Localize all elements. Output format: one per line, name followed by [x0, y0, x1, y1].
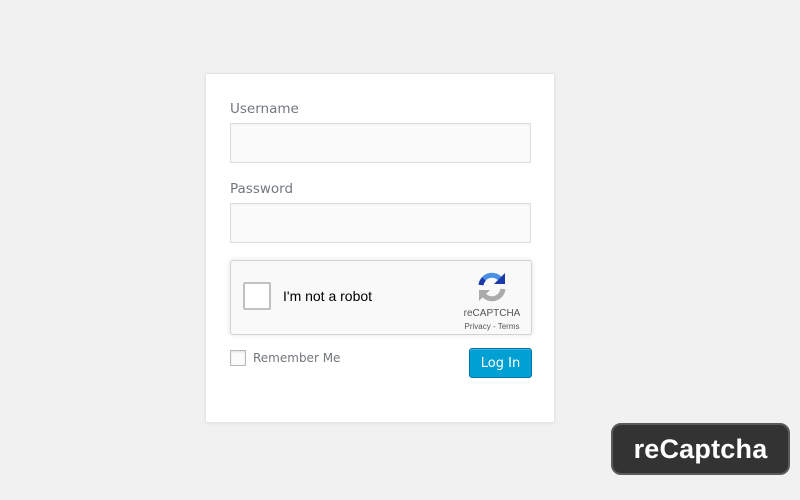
- recaptcha-privacy-link[interactable]: Privacy: [465, 322, 491, 331]
- watermark-text: reCaptcha: [633, 433, 768, 464]
- recaptcha-links: Privacy - Terms: [449, 322, 535, 331]
- remember-me-label[interactable]: Remember Me: [253, 351, 340, 365]
- recaptcha-links-separator: -: [490, 322, 498, 331]
- recaptcha-watermark-badge: reCaptcha: [611, 423, 790, 475]
- username-label: Username: [230, 101, 299, 117]
- password-label: Password: [230, 181, 294, 197]
- login-button[interactable]: Log In: [469, 348, 532, 378]
- recaptcha-checkbox[interactable]: [243, 282, 271, 310]
- username-input[interactable]: [230, 123, 531, 163]
- login-form: Username Password I'm not a robot reCAPT…: [205, 73, 555, 423]
- recaptcha-checkbox-label: I'm not a robot: [283, 288, 373, 304]
- recaptcha-terms-link[interactable]: Terms: [498, 322, 520, 331]
- recaptcha-brand-text: reCAPTCHA: [463, 308, 521, 319]
- password-input[interactable]: [230, 203, 531, 243]
- remember-me-checkbox[interactable]: [230, 350, 246, 366]
- login-page: Username Password I'm not a robot reCAPT…: [0, 0, 800, 500]
- recaptcha-logo-icon: [478, 272, 506, 302]
- recaptcha-widget: I'm not a robot reCAPTCHA Privacy - Term…: [230, 260, 532, 335]
